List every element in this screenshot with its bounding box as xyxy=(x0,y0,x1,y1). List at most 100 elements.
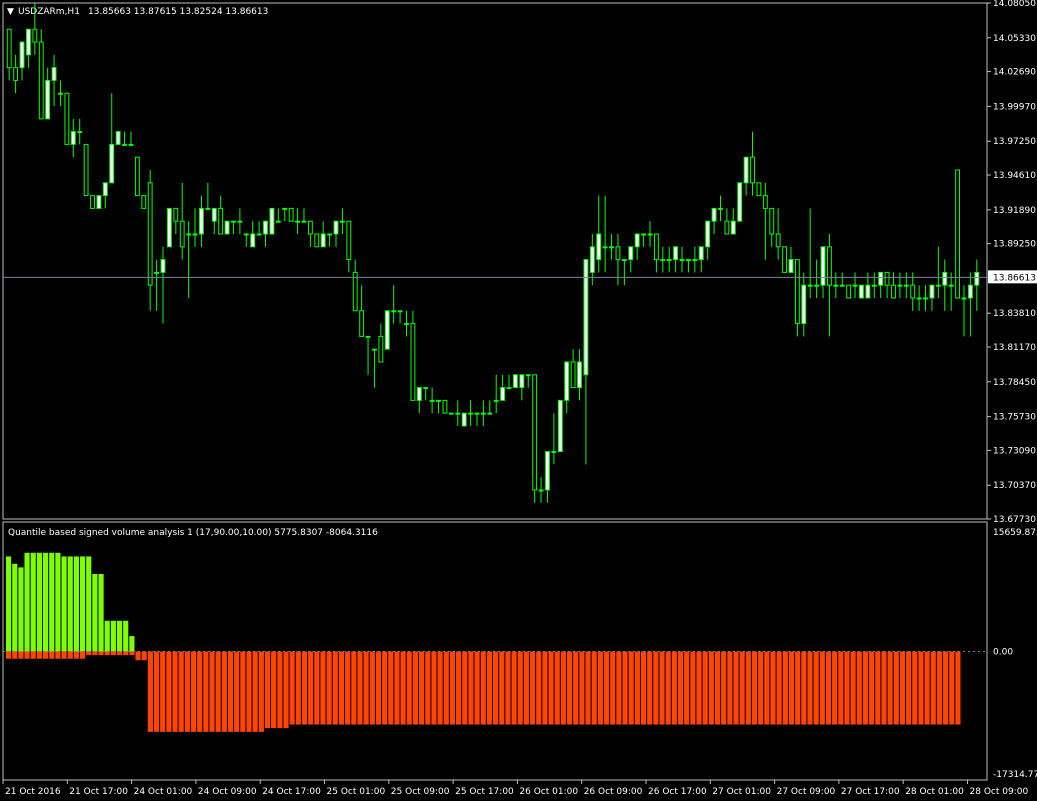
volume-bar-negative xyxy=(419,651,425,725)
volume-bar-negative xyxy=(640,651,647,725)
volume-bar-negative xyxy=(406,651,412,725)
candle-body xyxy=(474,412,480,415)
price-tick-label: 13.73090 xyxy=(993,446,1036,456)
candle-body xyxy=(628,246,634,261)
volume-bar-negative xyxy=(936,651,943,725)
volume-bar-positive xyxy=(6,556,12,652)
volume-bar-negative xyxy=(351,651,357,725)
volume-bar-negative xyxy=(788,651,795,725)
candle-body xyxy=(859,284,864,299)
candle-body xyxy=(967,284,973,299)
price-tick-label: 13.94610 xyxy=(993,171,1036,181)
volume-bar-negative xyxy=(856,651,862,725)
volume-bar-negative xyxy=(887,651,893,725)
volume-bar-negative xyxy=(184,651,190,732)
volume-bar-negative xyxy=(653,651,659,725)
candle-body xyxy=(192,233,198,236)
candle-body xyxy=(602,246,608,249)
volume-bar-positive xyxy=(86,556,92,652)
volume-bar-negative xyxy=(110,651,116,656)
candle-body xyxy=(282,207,288,210)
candle-body xyxy=(923,297,928,300)
volume-bar-negative xyxy=(271,651,277,729)
volume-bar-negative xyxy=(949,651,955,725)
candle-body xyxy=(378,335,384,363)
candle-body xyxy=(557,399,563,453)
candle-body xyxy=(455,412,461,415)
volume-bar-negative xyxy=(18,651,24,659)
volume-bar-negative xyxy=(172,651,178,732)
candle-body xyxy=(327,233,333,236)
volume-bar-negative xyxy=(696,651,702,725)
volume-bar-positive xyxy=(18,567,24,652)
volume-bar-positive xyxy=(30,552,36,652)
volume-bar-negative xyxy=(721,651,727,725)
volume-bar-positive xyxy=(92,573,98,652)
volume-bar-negative xyxy=(147,651,153,732)
volume-bar-negative xyxy=(733,651,739,725)
volume-bar-negative xyxy=(727,651,733,725)
candle-body xyxy=(846,284,852,299)
volume-bar-positive xyxy=(42,552,49,652)
volume-bar-negative xyxy=(782,651,788,725)
volume-bar-negative xyxy=(665,651,671,725)
chart-ohlc: 13.85663 13.87615 13.82524 13.86613 xyxy=(88,7,268,17)
volume-bar-negative xyxy=(92,651,98,656)
volume-bar-negative xyxy=(12,651,18,659)
candle-body xyxy=(679,259,685,262)
volume-bar-negative xyxy=(610,651,616,725)
volume-bar-negative xyxy=(702,651,708,725)
volume-bar-negative xyxy=(215,651,221,732)
volume-bar-negative xyxy=(388,651,394,725)
candle-body xyxy=(545,451,550,491)
indicator-max-label: 15659.875 xyxy=(993,528,1037,538)
volume-bar-positive xyxy=(73,556,79,652)
volume-bar-negative xyxy=(123,651,129,656)
volume-bar-negative xyxy=(166,651,172,732)
candle-body xyxy=(404,323,409,326)
candle-body xyxy=(564,361,570,401)
candle-body xyxy=(288,207,294,222)
volume-bar-negative xyxy=(375,651,382,725)
candle-body xyxy=(154,271,160,274)
volume-bar-negative xyxy=(49,651,55,659)
candle-body xyxy=(90,195,95,209)
candle-body xyxy=(961,297,967,300)
volume-bar-negative xyxy=(739,651,745,725)
volume-bar-negative xyxy=(875,651,881,725)
candle-body xyxy=(410,323,416,401)
volume-bar-negative xyxy=(573,651,579,725)
volume-bar-negative xyxy=(240,651,246,732)
candle-body xyxy=(955,169,960,299)
candle-body xyxy=(833,284,839,287)
candle-body xyxy=(532,374,538,491)
volume-bar-positive xyxy=(129,636,135,652)
candle-body xyxy=(134,156,140,197)
candle-body xyxy=(295,220,300,223)
volume-bar-negative xyxy=(98,651,104,656)
candle-body xyxy=(788,259,794,273)
volume-bar-negative xyxy=(807,651,813,725)
volume-bar-negative xyxy=(6,651,12,659)
volume-bar-negative xyxy=(943,651,949,725)
volume-bar-negative xyxy=(468,651,474,725)
candle-body xyxy=(724,220,730,235)
candle-body xyxy=(51,67,57,81)
price-tick-label: 13.91890 xyxy=(993,206,1036,216)
volume-bar-negative xyxy=(289,651,295,725)
volume-bar-negative xyxy=(850,651,856,725)
volume-bar-positive xyxy=(49,552,55,652)
volume-bar-negative xyxy=(493,651,499,725)
candle-body xyxy=(147,182,153,286)
volume-bar-negative xyxy=(104,651,110,656)
volume-bar-negative xyxy=(647,651,653,725)
candle-body xyxy=(897,284,903,287)
candle-body xyxy=(525,374,531,377)
volume-bar-negative xyxy=(129,651,135,656)
volume-bar-positive xyxy=(116,620,123,652)
chart-title-arrow[interactable]: ▼ xyxy=(7,7,14,17)
volume-bar-negative xyxy=(912,651,918,725)
volume-bar-negative xyxy=(369,651,375,725)
candle-body xyxy=(647,233,653,236)
volume-bar-negative xyxy=(246,651,252,732)
